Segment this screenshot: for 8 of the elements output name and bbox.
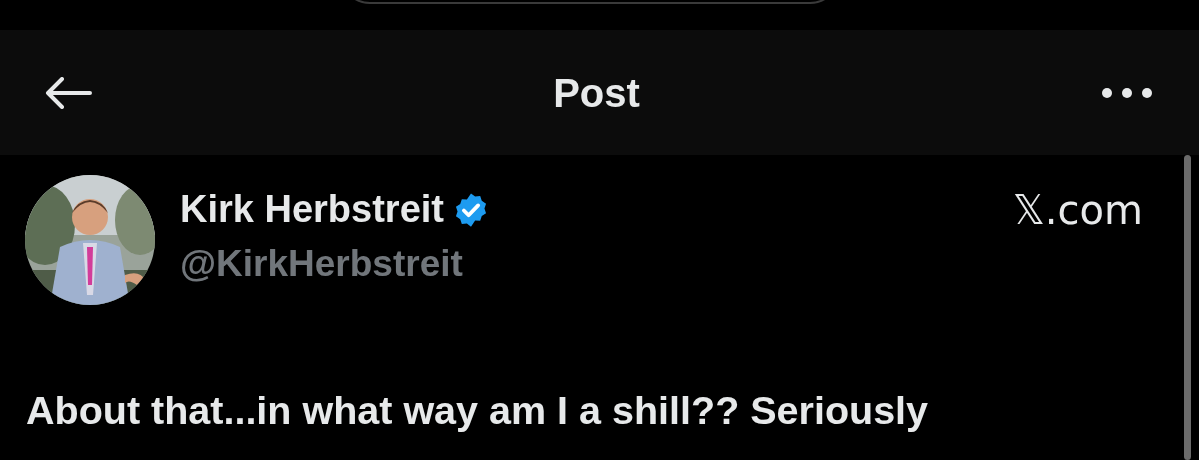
post-text: About that...in what way am I a shill?? Seriously — [26, 387, 929, 434]
more-icon — [1101, 86, 1153, 99]
author-handle[interactable]: @KirkHerbstreit — [180, 241, 463, 288]
source-link[interactable]: 𝕏.com — [1012, 185, 1143, 235]
scrollbar[interactable] — [1184, 155, 1191, 460]
author-name[interactable]: Kirk Herbstreit — [180, 186, 444, 234]
back-arrow-icon — [44, 76, 92, 109]
page-title: Post — [553, 69, 640, 117]
